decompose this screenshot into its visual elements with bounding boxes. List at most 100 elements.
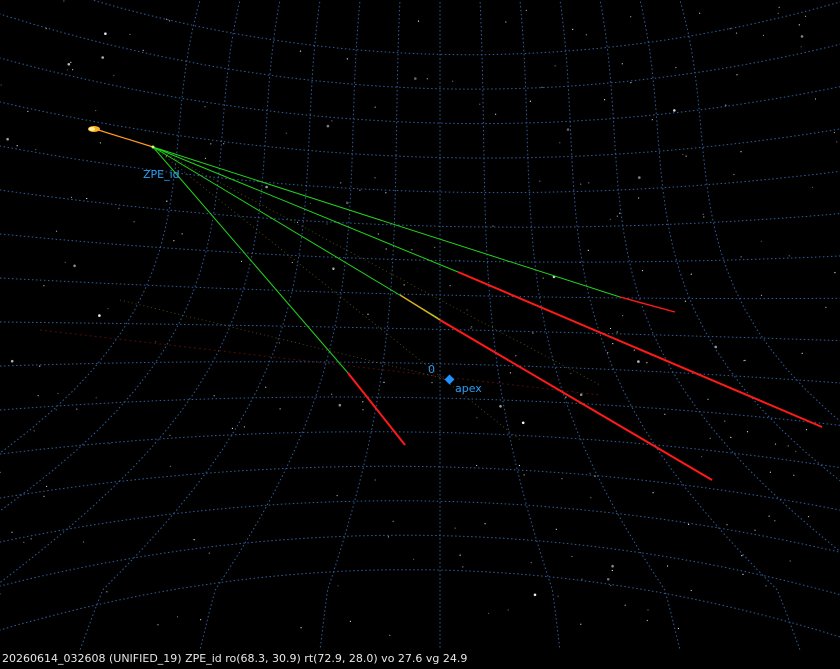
star — [518, 464, 521, 467]
star — [492, 225, 494, 227]
star — [495, 113, 497, 115]
origin-label: 0 — [428, 363, 435, 376]
star — [99, 142, 101, 144]
star — [725, 104, 727, 106]
star — [414, 77, 417, 80]
star — [588, 182, 590, 184]
star — [754, 529, 756, 531]
grid-line — [90, 0, 840, 56]
star — [101, 56, 104, 59]
status-bar: 20260614_032608 (UNIFIED_19) ZPE_id ro(6… — [2, 652, 468, 665]
star — [374, 106, 376, 108]
star — [200, 619, 202, 621]
star — [611, 569, 613, 572]
star — [299, 50, 302, 52]
star — [385, 192, 387, 194]
star — [133, 221, 135, 223]
star — [459, 554, 461, 556]
star — [677, 627, 680, 630]
star — [811, 186, 814, 188]
star — [760, 240, 763, 242]
star — [762, 34, 765, 37]
star — [769, 471, 772, 473]
source-point[interactable] — [151, 145, 155, 149]
grid-line — [0, 145, 840, 194]
star — [579, 393, 583, 397]
star — [795, 450, 797, 452]
star — [374, 479, 376, 481]
star — [231, 427, 233, 429]
star — [346, 201, 349, 205]
grid-line — [599, 0, 840, 553]
star — [403, 284, 405, 286]
warped-grid — [0, 0, 840, 650]
star — [72, 69, 74, 71]
star — [682, 153, 684, 156]
star — [37, 395, 39, 397]
star — [173, 240, 175, 242]
star — [612, 343, 614, 345]
star — [76, 408, 78, 410]
star — [688, 523, 690, 526]
star — [340, 182, 342, 184]
star — [532, 332, 534, 334]
star — [740, 256, 742, 258]
star — [523, 474, 525, 476]
star — [589, 472, 591, 474]
star — [742, 573, 744, 576]
star — [204, 106, 206, 108]
star — [566, 128, 570, 131]
star — [55, 230, 58, 232]
star — [542, 277, 544, 279]
star — [166, 200, 168, 202]
star — [807, 516, 810, 518]
star — [70, 61, 72, 63]
star — [637, 360, 640, 363]
star — [834, 272, 836, 274]
star — [387, 536, 389, 538]
star — [633, 349, 635, 351]
star — [279, 408, 281, 410]
apex-marker[interactable] — [444, 374, 455, 385]
grid-line — [0, 396, 840, 426]
star — [10, 359, 14, 363]
star — [11, 531, 13, 533]
star — [555, 528, 557, 530]
star — [621, 63, 623, 65]
star — [836, 141, 838, 143]
grid-line — [0, 277, 840, 300]
star — [702, 213, 704, 215]
star — [362, 409, 364, 411]
star — [801, 352, 803, 354]
star — [66, 69, 68, 71]
visualization-viewport[interactable]: ZPE_id 0 apex 20260614_032608 (UNIFIED_1… — [0, 0, 840, 669]
star — [587, 249, 589, 251]
star — [652, 492, 654, 494]
star — [484, 523, 486, 525]
grid-line — [679, 0, 840, 422]
star — [673, 109, 676, 112]
star — [703, 216, 705, 218]
star — [701, 456, 703, 458]
star — [800, 46, 802, 48]
star — [609, 327, 612, 330]
star — [798, 24, 800, 26]
star — [539, 180, 541, 182]
star — [476, 417, 478, 419]
star — [336, 495, 338, 497]
star — [118, 207, 120, 209]
star — [735, 32, 738, 34]
star — [699, 12, 701, 14]
trajectory-scene[interactable]: ZPE_id 0 apex — [0, 0, 840, 650]
star — [413, 558, 415, 560]
star — [609, 218, 611, 220]
star — [760, 294, 763, 296]
star — [374, 177, 376, 179]
star — [509, 372, 511, 374]
star — [684, 300, 687, 302]
grid-line — [319, 0, 401, 650]
star — [86, 197, 88, 200]
grid-line — [0, 465, 840, 511]
star — [417, 20, 420, 22]
star — [805, 429, 808, 431]
